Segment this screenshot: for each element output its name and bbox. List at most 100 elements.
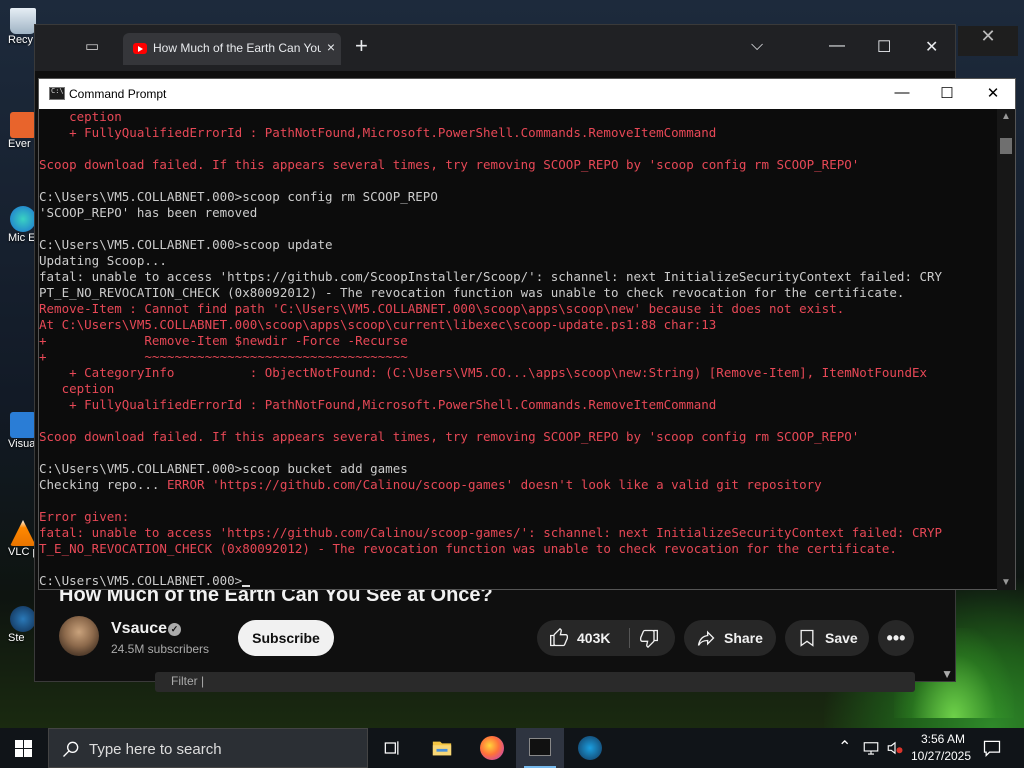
dislike-thumb-icon[interactable] xyxy=(639,628,659,648)
vlc-icon xyxy=(10,520,36,546)
console-line-text: PT_E_NO_REVOCATION_CHECK (0x80092012) - … xyxy=(39,285,905,300)
steam-taskbar-icon xyxy=(578,736,602,760)
browser-maximize-button[interactable]: ☐ xyxy=(877,37,891,57)
folder-icon xyxy=(432,741,452,756)
console-line: Checking repo... ERROR 'https://github.c… xyxy=(39,477,822,493)
console-line-text: ception xyxy=(39,109,122,124)
console-line: T_E_NO_REVOCATION_CHECK (0x80092012) - T… xyxy=(39,541,897,557)
like-dislike-group: 403K xyxy=(537,620,675,656)
share-button[interactable]: Share xyxy=(684,620,776,656)
console-line-text: 'SCOOP_REPO' has been removed xyxy=(39,205,258,220)
console-line-text: ception xyxy=(39,381,115,396)
clock-time[interactable]: 3:56 AM xyxy=(908,732,978,746)
steam-icon xyxy=(10,606,36,632)
console-line: fatal: unable to access 'https://github.… xyxy=(39,269,942,285)
tab-close-icon[interactable]: × xyxy=(327,39,335,55)
search-placeholder: Type here to search xyxy=(89,741,222,758)
outer-window-close-button[interactable]: ✕ xyxy=(958,26,1018,56)
console-line-text: + ~~~~~~~~~~~~~~~~~~~~~~~~~~~~~~~~~~~ xyxy=(39,349,408,364)
share-label: Share xyxy=(724,630,763,646)
clock-date[interactable]: 10/27/2025 xyxy=(906,749,976,763)
vscode-icon xyxy=(10,412,36,438)
browser-tab[interactable]: How Much of the Earth Can You × xyxy=(123,33,341,65)
console-line: + FullyQualifiedErrorId : PathNotFound,M… xyxy=(39,125,716,141)
taskbar-command-prompt[interactable] xyxy=(516,728,564,768)
console-line-text: + FullyQualifiedErrorId : PathNotFound,M… xyxy=(39,125,717,140)
console-line-text: At C:\Users\VM5.COLLABNET.000\scoop\apps… xyxy=(39,317,717,332)
like-count: 403K xyxy=(577,630,611,646)
console-line-text: C:\Users\VM5.COLLABNET.000>scoop config … xyxy=(39,189,438,204)
browser-scroll-down-icon[interactable]: ▼ xyxy=(941,667,953,681)
console-line: + FullyQualifiedErrorId : PathNotFound,M… xyxy=(39,397,716,413)
filter-bar[interactable]: Filter | xyxy=(155,672,915,692)
firefox-icon xyxy=(480,736,504,760)
channel-avatar[interactable] xyxy=(59,616,99,656)
console-line: 'SCOOP_REPO' has been removed xyxy=(39,205,257,221)
console-line-text: Checking repo... xyxy=(39,477,167,492)
network-icon[interactable] xyxy=(862,739,880,757)
console-output[interactable]: ception + FullyQualifiedErrorId : PathNo… xyxy=(39,109,997,590)
cmd-app-icon: C:\ xyxy=(49,87,65,100)
cmd-taskbar-icon xyxy=(529,738,551,756)
cmd-title-bar[interactable]: C:\ Command Prompt — ☐ ✕ xyxy=(39,79,1015,109)
console-line: Scoop download failed. If this appears s… xyxy=(39,157,859,173)
browser-tab-strip: ▭ How Much of the Earth Can You × + ⌵ — … xyxy=(35,25,955,71)
console-line-text: Remove-Item : Cannot find path 'C:\Users… xyxy=(39,301,845,316)
console-line: C:\Users\VM5.COLLABNET.000>scoop config … xyxy=(39,189,438,205)
console-line: Remove-Item : Cannot find path 'C:\Users… xyxy=(39,301,844,317)
tray-overflow-chevron-icon[interactable]: ⌃ xyxy=(838,737,851,757)
subscriber-count: 24.5M subscribers xyxy=(111,642,210,656)
filter-text: Filter | xyxy=(171,674,205,688)
tab-title: How Much of the Earth Can You xyxy=(153,41,321,55)
cmd-scrollbar[interactable]: ▲ ▼ xyxy=(997,109,1015,590)
share-arrow-icon xyxy=(697,630,715,646)
taskbar-search-box[interactable]: Type here to search xyxy=(48,728,368,768)
console-line-text: C:\Users\VM5.COLLABNET.000> xyxy=(39,573,243,588)
subscribe-button[interactable]: Subscribe xyxy=(238,620,334,656)
cmd-close-button[interactable]: ✕ xyxy=(978,84,1008,102)
taskbar-firefox[interactable] xyxy=(468,728,516,768)
console-line: PT_E_NO_REVOCATION_CHECK (0x80092012) - … xyxy=(39,285,904,301)
volume-muted-icon[interactable] xyxy=(886,739,904,757)
text-cursor xyxy=(242,585,251,587)
console-line-text: Updating Scoop... xyxy=(39,253,167,268)
recycle-bin-icon xyxy=(10,8,36,34)
console-line: C:\Users\VM5.COLLABNET.000>scoop bucket … xyxy=(39,461,408,477)
command-prompt-window: C:\ Command Prompt — ☐ ✕ ception + Fully… xyxy=(38,78,1016,590)
taskbar: Type here to search ⌃ 3:56 AM 10/27/2025 xyxy=(0,728,1024,768)
more-actions-button[interactable]: ••• xyxy=(878,620,914,656)
console-line: ception xyxy=(39,109,122,125)
console-line-text: Scoop download failed. If this appears s… xyxy=(39,429,860,444)
youtube-favicon-icon xyxy=(133,43,147,54)
console-line-text: C:\Users\VM5.COLLABNET.000>scoop bucket … xyxy=(39,461,408,476)
task-view-icon xyxy=(384,741,399,755)
app-icon xyxy=(10,112,36,138)
cmd-maximize-button[interactable]: ☐ xyxy=(932,84,962,102)
browser-close-button[interactable]: ✕ xyxy=(925,37,938,57)
console-line: fatal: unable to access 'https://github.… xyxy=(39,525,942,541)
taskbar-file-explorer[interactable] xyxy=(418,728,466,768)
tab-list-dropdown-icon[interactable]: ⌵ xyxy=(751,37,763,55)
tab-search-icon[interactable]: ▭ xyxy=(85,39,103,55)
scroll-down-icon[interactable]: ▼ xyxy=(1001,577,1011,588)
verified-badge-icon: ✓ xyxy=(168,623,181,636)
save-button[interactable]: Save xyxy=(785,620,869,656)
console-line: + ~~~~~~~~~~~~~~~~~~~~~~~~~~~~~~~~~~~ xyxy=(39,349,408,365)
scroll-thumb[interactable] xyxy=(1000,138,1012,154)
save-label: Save xyxy=(825,630,858,646)
console-line-text: fatal: unable to access 'https://github.… xyxy=(39,269,943,284)
console-line-text: fatal: unable to access 'https://github.… xyxy=(39,525,943,540)
windows-logo-icon xyxy=(15,740,23,748)
browser-minimize-button[interactable]: — xyxy=(829,37,845,55)
bookmark-icon xyxy=(800,629,814,647)
channel-name[interactable]: Vsauce xyxy=(111,620,167,638)
new-tab-button[interactable]: + xyxy=(355,35,368,57)
task-view-button[interactable] xyxy=(368,728,416,768)
cmd-minimize-button[interactable]: — xyxy=(887,84,917,101)
start-button[interactable] xyxy=(0,728,48,768)
like-divider xyxy=(629,628,630,648)
notifications-icon[interactable] xyxy=(982,738,1002,758)
like-thumb-icon[interactable] xyxy=(549,628,569,648)
taskbar-steam[interactable] xyxy=(566,728,614,768)
scroll-up-icon[interactable]: ▲ xyxy=(1001,111,1011,122)
